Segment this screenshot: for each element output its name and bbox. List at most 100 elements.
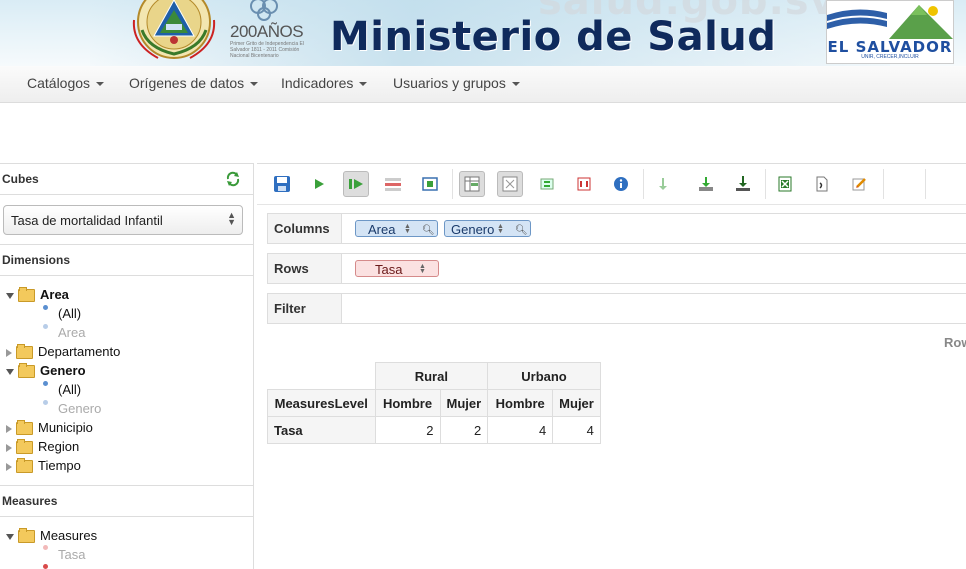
chevron-down-icon bbox=[250, 82, 259, 87]
col-sub-header[interactable]: Hombre bbox=[487, 389, 554, 417]
refresh-icon[interactable] bbox=[225, 171, 241, 187]
select-updown-icon: ▲ ▼ bbox=[227, 210, 236, 227]
export-excel-icon[interactable] bbox=[772, 171, 798, 197]
toggle-fields-icon[interactable] bbox=[380, 171, 406, 197]
level-dot-icon bbox=[43, 381, 48, 386]
panel-divider bbox=[253, 163, 254, 569]
swap-axis-icon[interactable] bbox=[534, 171, 560, 197]
col-group-header[interactable]: Urbano bbox=[487, 362, 601, 390]
pivot-table: Rural Urbano MeasuresLevel Hombre Mujer … bbox=[267, 362, 601, 444]
nav-origenes-datos[interactable]: Orígenes de datos bbox=[129, 75, 259, 91]
folder-icon bbox=[18, 528, 35, 544]
non-empty-icon[interactable] bbox=[459, 171, 485, 197]
table-cell: 4 bbox=[552, 416, 601, 444]
measure-dot-icon bbox=[43, 545, 48, 550]
cube-select[interactable]: Tasa de mortalidad Infantil ▲ ▼ bbox=[3, 205, 243, 235]
measure-dot-icon bbox=[43, 564, 48, 569]
run-query-icon[interactable] bbox=[306, 171, 332, 197]
tree-label: Genero bbox=[58, 401, 102, 416]
table-cell: 4 bbox=[487, 416, 554, 444]
tree-dimension-departamento[interactable]: Departamento bbox=[6, 344, 120, 360]
search-icon[interactable]: 🔍︎ bbox=[422, 222, 435, 239]
tree-member-genero-all[interactable]: (All) bbox=[58, 382, 81, 397]
sort-updown-icon[interactable]: ▲ ▼ bbox=[497, 223, 504, 235]
column-pill-genero[interactable]: Genero ▲ ▼ 🔍︎ bbox=[444, 220, 531, 237]
tree-dimension-genero[interactable]: Genero bbox=[6, 363, 86, 379]
cube-select-value: Tasa de mortalidad Infantil bbox=[11, 213, 163, 228]
col-sub-header[interactable]: Hombre bbox=[374, 389, 441, 417]
expand-right-icon[interactable] bbox=[6, 462, 12, 471]
columns-drop-zone[interactable]: Columns Area ▲ ▼ 🔍︎ Genero ▲ ▼ 🔍︎ bbox=[267, 213, 966, 244]
tree-level-area[interactable]: Area bbox=[58, 325, 85, 340]
export-all-down-icon[interactable] bbox=[730, 171, 756, 197]
tree-measure-tasa[interactable]: Tasa bbox=[58, 547, 85, 562]
measures-header-label: Measures bbox=[2, 494, 58, 508]
expand-right-icon[interactable] bbox=[6, 424, 12, 433]
site-title: Ministerio de Salud bbox=[330, 14, 777, 60]
expand-down-icon[interactable] bbox=[6, 533, 14, 540]
info-icon[interactable] bbox=[608, 171, 634, 197]
nav-indicadores[interactable]: Indicadores bbox=[281, 75, 368, 91]
filter-label-cell: Filter bbox=[268, 294, 342, 323]
nav-catalogos[interactable]: Catálogos bbox=[27, 75, 105, 91]
folder-icon bbox=[16, 420, 33, 436]
table-row: MeasuresLevel Hombre Mujer Hombre Mujer bbox=[267, 389, 601, 417]
expand-right-icon[interactable] bbox=[6, 443, 12, 452]
chevron-down-icon bbox=[359, 82, 368, 87]
filter-label: Filter bbox=[274, 301, 306, 316]
auto-run-icon[interactable] bbox=[343, 171, 369, 197]
table-cell: 2 bbox=[439, 416, 489, 444]
country-tagline: UNIR, CRECER,INCLUIR bbox=[861, 54, 919, 60]
query-toolbar bbox=[257, 163, 966, 205]
tree-level-genero[interactable]: Genero bbox=[58, 401, 101, 416]
folder-icon bbox=[18, 363, 35, 379]
edit-query-icon[interactable] bbox=[846, 171, 872, 197]
tree-dimension-area[interactable]: Area bbox=[6, 287, 69, 303]
export-down-icon[interactable] bbox=[693, 171, 719, 197]
col-sub-header[interactable]: Mujer bbox=[439, 389, 489, 417]
sort-updown-icon[interactable]: ▲ ▼ bbox=[419, 263, 426, 275]
save-icon[interactable] bbox=[269, 171, 295, 197]
tree-label: Measures bbox=[40, 528, 98, 543]
toolbar-separator bbox=[883, 169, 884, 199]
col-sub-header[interactable]: Mujer bbox=[552, 389, 601, 417]
tree-dimension-municipio[interactable]: Municipio bbox=[6, 420, 93, 436]
tree-dimension-region[interactable]: Region bbox=[6, 439, 79, 455]
filter-drop-zone[interactable]: Filter bbox=[267, 293, 966, 324]
col-group-header[interactable]: Rural bbox=[374, 362, 489, 390]
tree-dimension-tiempo[interactable]: Tiempo bbox=[6, 458, 81, 474]
column-pill-area[interactable]: Area ▲ ▼ 🔍︎ bbox=[355, 220, 438, 237]
el-salvador-logo: EL SALVADOR UNIR, CRECER,INCLUIR bbox=[826, 0, 954, 64]
tree-label: Area bbox=[58, 325, 86, 340]
tree-label: Municipio bbox=[38, 420, 93, 435]
pill-label: Tasa bbox=[375, 262, 403, 277]
drill-down-icon[interactable] bbox=[650, 171, 676, 197]
tree-label: (All) bbox=[58, 382, 82, 397]
toggle-sidebar-icon[interactable] bbox=[417, 171, 443, 197]
expand-right-icon[interactable] bbox=[6, 348, 12, 357]
level-dot-icon bbox=[43, 324, 48, 329]
tree-measures-folder[interactable]: Measures bbox=[6, 528, 98, 544]
folder-icon bbox=[16, 458, 33, 474]
nav-usuarios-grupos[interactable]: Usuarios y grupos bbox=[393, 75, 520, 91]
expand-down-icon[interactable] bbox=[6, 292, 14, 299]
rows-drop-zone[interactable]: Rows Tasa ▲ ▼ bbox=[267, 253, 966, 284]
expand-down-icon[interactable] bbox=[6, 368, 14, 375]
tree-label: Tasa bbox=[58, 547, 86, 562]
mdx-icon[interactable] bbox=[571, 171, 597, 197]
tree-member-area-all[interactable]: (All) bbox=[58, 306, 81, 321]
search-icon[interactable]: 🔍︎ bbox=[515, 222, 528, 239]
sort-updown-icon[interactable]: ▲ ▼ bbox=[404, 223, 411, 235]
export-csv-icon[interactable] bbox=[809, 171, 835, 197]
tree-label: Genero bbox=[40, 363, 86, 378]
columns-label-cell: Columns bbox=[268, 214, 342, 243]
dimensions-header: Dimensions bbox=[0, 244, 253, 276]
row-pill-tasa[interactable]: Tasa ▲ ▼ bbox=[355, 260, 439, 277]
hide-parents-icon[interactable] bbox=[497, 171, 523, 197]
tree-label: Area bbox=[40, 287, 69, 302]
row-label[interactable]: Tasa bbox=[267, 416, 376, 444]
rows-right-label: Row bbox=[944, 335, 966, 350]
folder-icon bbox=[16, 344, 33, 360]
toolbar-separator bbox=[925, 169, 926, 199]
empty-corner-cell bbox=[267, 362, 376, 390]
